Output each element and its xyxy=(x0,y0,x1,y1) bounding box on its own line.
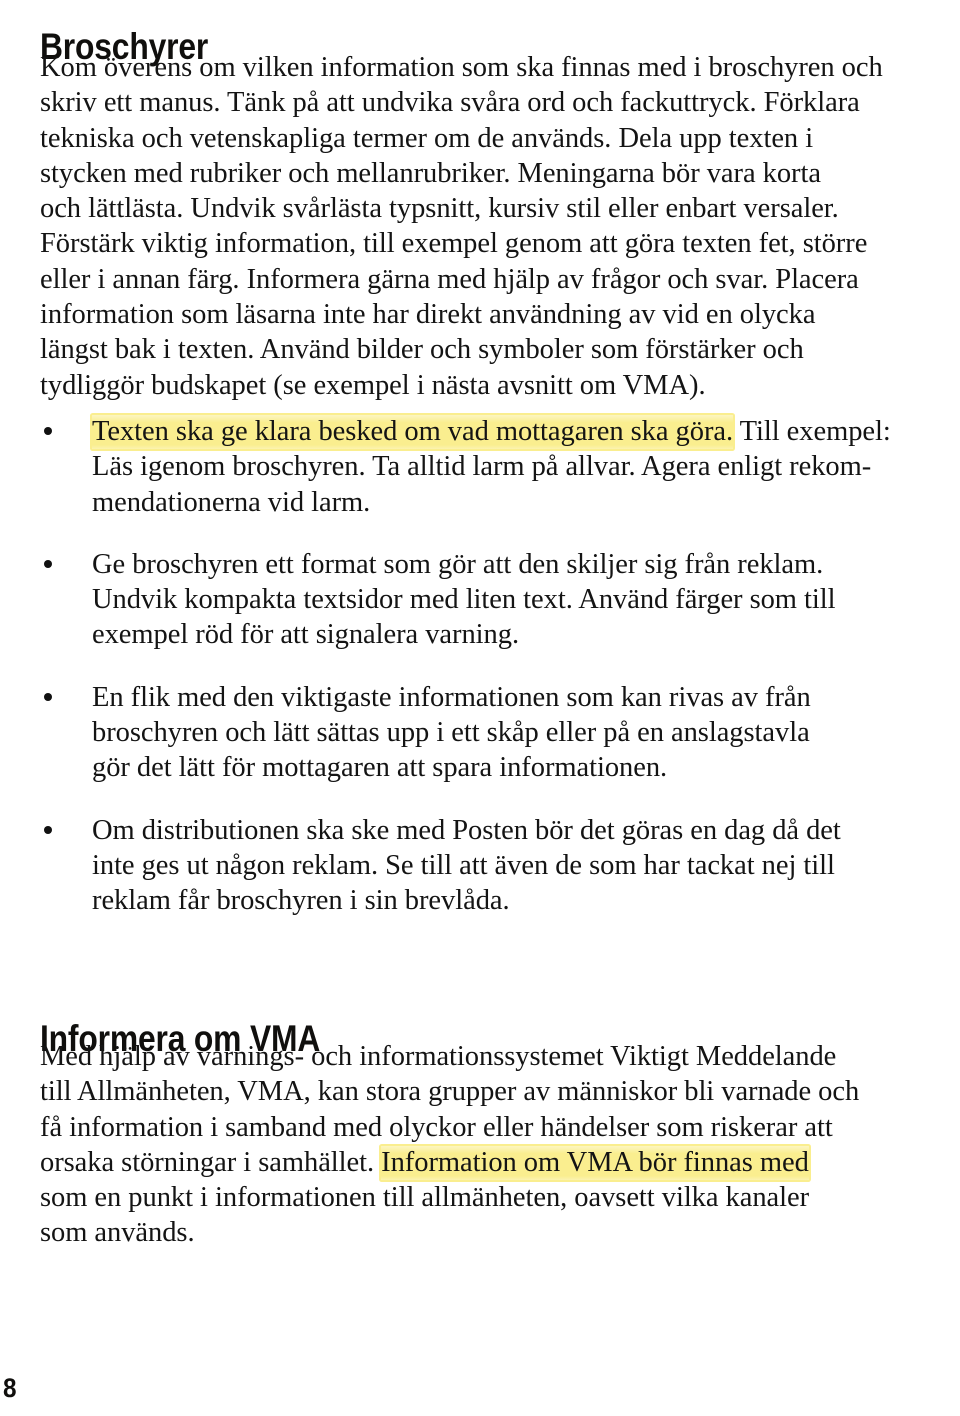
paragraph-line: som används. xyxy=(40,1217,195,1249)
paragraph-line: få information i samband med olyckor ell… xyxy=(40,1111,833,1143)
list-item: Om distributionen ska ske med Posten bör… xyxy=(40,813,940,919)
paragraph-line: information som läsarna inte har direkt … xyxy=(40,299,816,331)
bullet-dot-icon xyxy=(44,559,52,568)
bullet-dot-icon xyxy=(44,825,52,834)
paragraph-line: som en punkt i informationen till allmän… xyxy=(40,1182,810,1214)
list-item: En flik med den viktigaste informationen… xyxy=(40,680,940,786)
paragraph-line-with-highlight: orsaka störningar i samhället. Informati… xyxy=(40,1145,935,1180)
list-item-line: inte ges ut någon reklam. Se till att äv… xyxy=(92,849,835,881)
list-item-line: mendationerna vid larm. xyxy=(92,486,371,518)
paragraph-text: orsaka störningar i samhället. xyxy=(40,1146,382,1178)
list-item-first-line: Om distributionen ska ske med Posten bör… xyxy=(92,814,841,846)
list-item: Ge broschyren ett format som gör att den… xyxy=(40,547,940,653)
list-item-first-line: Ge broschyren ett format som gör att den… xyxy=(92,548,824,580)
vma-paragraph: Med hjälp av varnings- och informationss… xyxy=(40,1039,935,1251)
list-item-line: Läs igenom broschyren. Ta alltid larm på… xyxy=(92,451,872,483)
list-item-line: Undvik kompakta textsidor med liten text… xyxy=(92,584,836,616)
highlighted-text: Texten ska ge klara besked om vad mottag… xyxy=(92,415,734,449)
paragraph-line: Med hjälp av varnings- och informationss… xyxy=(40,1041,837,1072)
paragraph-line: till Allmänheten, VMA, kan stora grupper… xyxy=(40,1076,860,1108)
bullet-dot-icon xyxy=(44,427,52,435)
paragraph-line: Kom överens om vilken information som sk… xyxy=(40,52,883,83)
document-page: Broschyrer Kom överens om vilken informa… xyxy=(0,0,960,1416)
paragraph-line: eller i annan färg. Informera gärna med … xyxy=(40,263,859,295)
page-number: 8 xyxy=(3,1373,17,1403)
list-item-first-line: Texten ska ge klara besked om vad mottag… xyxy=(92,414,940,449)
list-item-line: broschyren och lätt sättas upp i ett skå… xyxy=(92,717,810,749)
intro-paragraph: Kom överens om vilken information som sk… xyxy=(40,50,935,403)
paragraph-line: längst bak i texten. Använd bilder och s… xyxy=(40,334,804,366)
paragraph-line: skriv ett manus. Tänk på att undvika svå… xyxy=(40,87,860,119)
highlighted-text: Information om VMA bör finnas med xyxy=(381,1145,809,1180)
paragraph-line: tydliggör budskapet (se exempel i nästa … xyxy=(40,369,706,401)
list-item-line: reklam får broschyren i sin brevlåda. xyxy=(92,885,510,917)
list-item-text: Till exempel: xyxy=(733,416,891,447)
list-item-line: exempel röd för att signalera varning. xyxy=(92,619,520,651)
paragraph-line: tekniska och vetenskapliga termer om de … xyxy=(40,122,814,154)
list-item-line: gör det lätt för mottagaren att spara in… xyxy=(92,752,668,784)
paragraph-line: stycken med rubriker och mellanrubriker.… xyxy=(40,157,821,189)
paragraph-line: och lättlästa. Undvik svårlästa typsnitt… xyxy=(40,193,839,225)
bullet-dot-icon xyxy=(44,692,52,701)
list-item: Texten ska ge klara besked om vad mottag… xyxy=(40,414,940,520)
guidelines-bullet-list: Texten ska ge klara besked om vad mottag… xyxy=(40,414,940,919)
list-item-first-line: En flik med den viktigaste informationen… xyxy=(92,681,811,713)
paragraph-line: Förstärk viktig information, till exempe… xyxy=(40,228,868,260)
